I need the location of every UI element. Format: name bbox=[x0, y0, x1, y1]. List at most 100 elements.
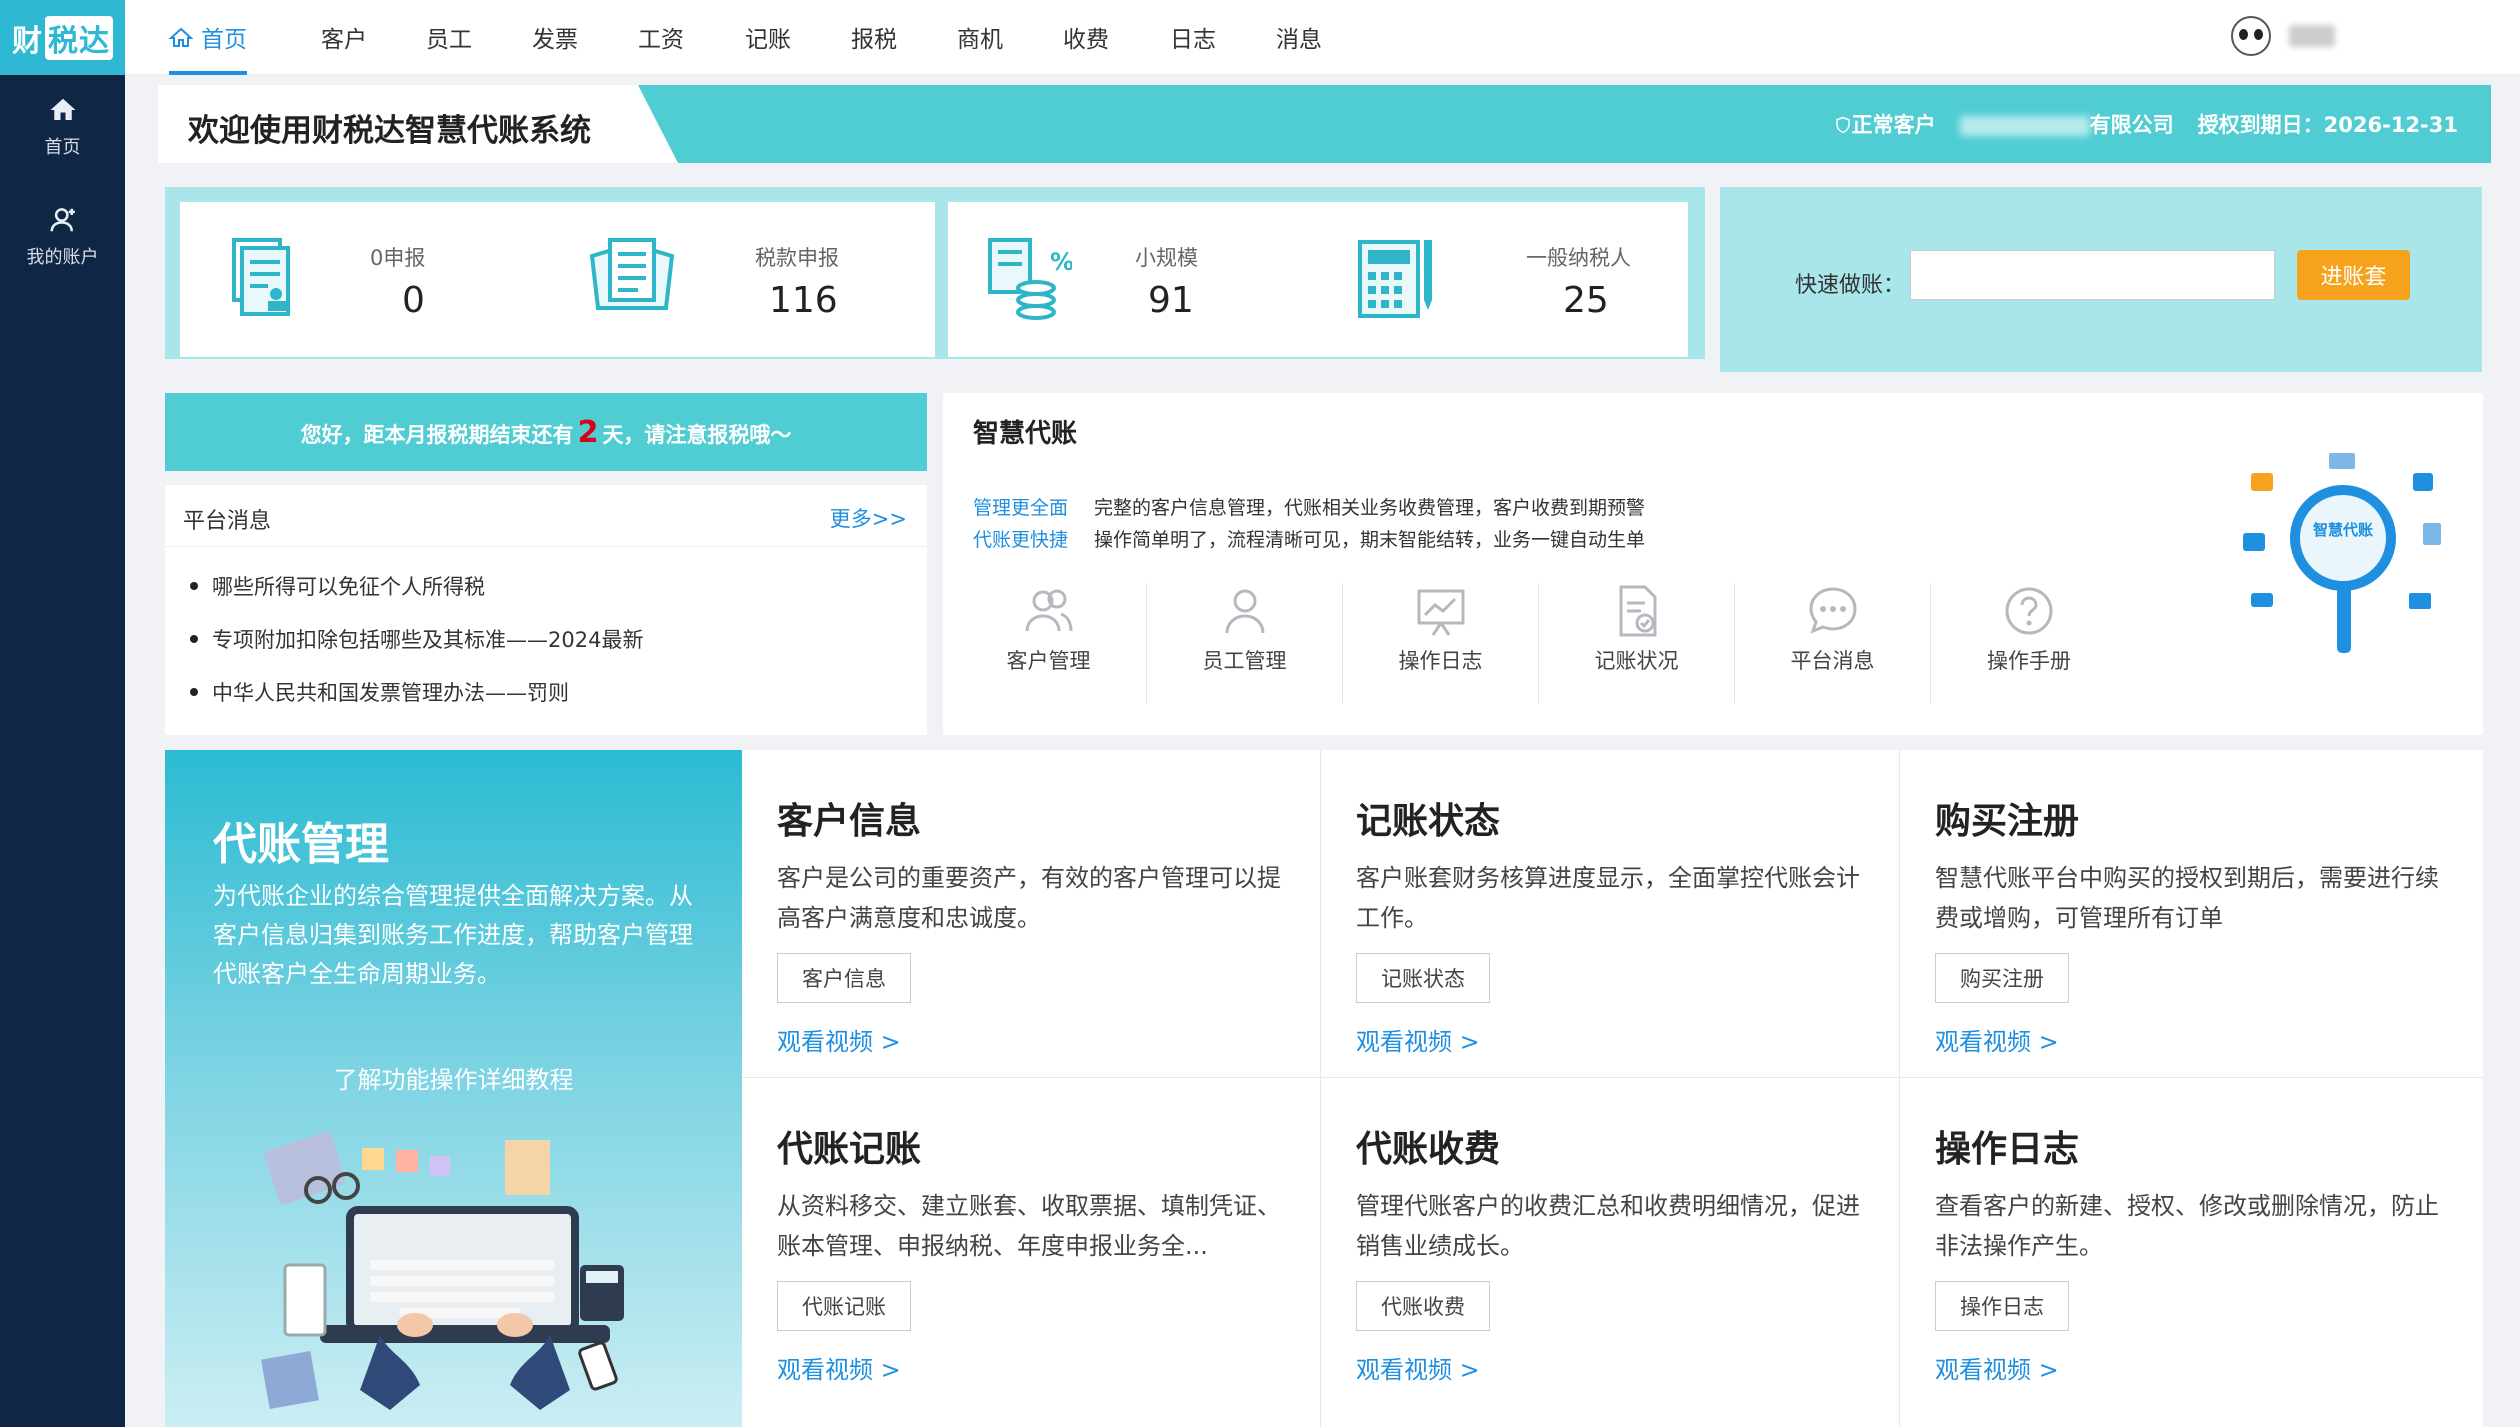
card-title: 操作日志 bbox=[1935, 1129, 2080, 1170]
document-icon bbox=[232, 238, 290, 316]
calculator-icon bbox=[1358, 240, 1432, 318]
feature-key: 管理更全面 bbox=[973, 497, 1069, 519]
news-item[interactable]: 中华人民共和国发票管理办法——罚则 bbox=[190, 677, 569, 707]
smart-accounting-title: 智慧代账 bbox=[973, 419, 1078, 449]
quick-entry-input[interactable] bbox=[1910, 250, 2275, 300]
enter-ledger-button[interactable]: 进账套 bbox=[2297, 250, 2410, 300]
user-icon bbox=[50, 208, 75, 232]
stat-label: 小规模 bbox=[1135, 246, 1198, 270]
sidebar-item-home[interactable]: 首页 bbox=[0, 95, 125, 159]
notice-prefix: 您好，距本月报税期结束还有 bbox=[300, 423, 574, 447]
feature-label: 操作日志 bbox=[1398, 649, 1483, 673]
feature-key: 代账更快捷 bbox=[973, 529, 1069, 551]
avatar[interactable] bbox=[2231, 16, 2271, 56]
card-button[interactable]: 客户信息 bbox=[777, 953, 911, 1003]
feature-user-manual[interactable]: 操作手册 bbox=[1931, 583, 2127, 703]
feature-bookkeeping-status[interactable]: 记账状况 bbox=[1539, 583, 1735, 703]
home-icon bbox=[168, 27, 194, 47]
coins-percent-icon: % bbox=[988, 238, 1072, 320]
feature-label: 客户管理 bbox=[1006, 649, 1091, 673]
feature-label: 员工管理 bbox=[1202, 649, 1287, 673]
card-description: 查看客户的新建、授权、修改或删除情况，防止非法操作产生。 bbox=[1935, 1192, 2439, 1260]
nav-item-log[interactable]: 日志 bbox=[1170, 0, 1216, 75]
stat-value: 116 bbox=[769, 280, 838, 321]
feature-operation-log[interactable]: 操作日志 bbox=[1343, 583, 1539, 703]
declaration-card: 0申报 0 税款申报 116 bbox=[180, 202, 935, 357]
welcome-banner: 欢迎使用财税达智慧代账系统 正常客户 有限公司 授权到期日：2026-12-31 bbox=[158, 85, 2491, 163]
customer-status: 正常客户 bbox=[1834, 109, 1936, 139]
promo-description: 为代账企业的综合管理提供全面解决方案。从客户信息归集到账务工作进度，帮助客户管理… bbox=[213, 882, 693, 988]
watch-video-link[interactable]: 观看视频 > bbox=[1356, 1022, 1480, 1057]
nav-item-customer[interactable]: 客户 bbox=[321, 0, 367, 75]
quick-entry-panel: 快速做账： 进账套 bbox=[1720, 187, 2482, 372]
stats-panel: 0申报 0 税款申报 116 % 小规模 91 一般纳税人 25 bbox=[165, 187, 1705, 359]
notice-days: 2 bbox=[577, 415, 599, 450]
stat-tax-declare[interactable]: 税款申报 116 bbox=[557, 202, 935, 357]
user-name-blurred bbox=[2289, 25, 2335, 47]
tutorial-link[interactable]: 了解功能操作详细教程 bbox=[165, 1060, 742, 1095]
card-button[interactable]: 代账记账 bbox=[777, 1281, 911, 1331]
feature-staff-management[interactable]: 员工管理 bbox=[1147, 583, 1343, 703]
company-name-suffix: 有限公司 bbox=[2089, 113, 2174, 137]
nav-item-messages[interactable]: 消息 bbox=[1276, 0, 1322, 75]
card-customer-info: 客户信息 客户是公司的重要资产，有效的客户管理可以提高客户满意度和忠诚度。 客户… bbox=[742, 750, 1321, 1078]
more-link[interactable]: 更多>> bbox=[830, 503, 907, 533]
home-icon bbox=[50, 98, 75, 120]
document-check-icon bbox=[1619, 585, 1656, 637]
feature-customer-management[interactable]: 客户管理 bbox=[951, 583, 1147, 703]
question-icon bbox=[2005, 587, 2053, 635]
platform-messages: 平台消息 更多>> 哪些所得可以免征个人所得税 专项附加扣除包括哪些及其标准——… bbox=[165, 485, 927, 735]
card-button[interactable]: 记账状态 bbox=[1356, 953, 1490, 1003]
watch-video-link[interactable]: 观看视频 > bbox=[777, 1022, 901, 1057]
banner-info: 正常客户 有限公司 授权到期日：2026-12-31 bbox=[1834, 109, 2458, 139]
watch-video-link[interactable]: 观看视频 > bbox=[1935, 1022, 2059, 1057]
nav-item-invoice[interactable]: 发票 bbox=[532, 0, 578, 75]
svg-text:%: % bbox=[1050, 248, 1072, 276]
card-button[interactable]: 购买注册 bbox=[1935, 953, 2069, 1003]
sidebar-item-label: 首页 bbox=[44, 137, 81, 158]
nav-item-staff[interactable]: 员工 bbox=[426, 0, 472, 75]
deadline-notice: 您好，距本月报税期结束还有 2 天，请注意报税哦～ bbox=[165, 393, 927, 471]
smart-accounting-panel: 智慧代账 管理更全面 完整的客户信息管理，代账相关业务收费管理，客户收费到期预警 … bbox=[943, 393, 2483, 735]
nav-item-fees[interactable]: 收费 bbox=[1063, 0, 1109, 75]
stat-small-scale[interactable]: % 小规模 91 bbox=[948, 202, 1318, 357]
card-purchase-register: 购买注册 智慧代账平台中购买的授权到期后，需要进行续费或增购，可管理所有订单 购… bbox=[1900, 750, 2483, 1078]
card-bookkeeping-status: 记账状态 客户账套财务核算进度显示，全面掌控代账会计工作。 记账状态 观看视频 … bbox=[1321, 750, 1900, 1078]
promo-title: 代账管理 bbox=[213, 819, 389, 870]
nav-item-bookkeeping[interactable]: 记账 bbox=[745, 0, 791, 75]
sidebar: 财税达 首页 我的账户 bbox=[0, 0, 125, 1427]
card-description: 管理代账客户的收费汇总和收费明细情况，促进销售业绩成长。 bbox=[1356, 1192, 1860, 1260]
card-button[interactable]: 代账收费 bbox=[1356, 1281, 1490, 1331]
feature-desc: 完整的客户信息管理，代账相关业务收费管理，客户收费到期预警 bbox=[1094, 497, 1646, 519]
card-button[interactable]: 操作日志 bbox=[1935, 1281, 2069, 1331]
notice-suffix: 天，请注意报税哦～ bbox=[602, 423, 792, 447]
news-item[interactable]: 哪些所得可以免征个人所得税 bbox=[190, 571, 485, 601]
newspaper-icon bbox=[589, 238, 675, 310]
users-icon bbox=[1025, 589, 1072, 632]
stat-general-taxpayer[interactable]: 一般纳税人 25 bbox=[1318, 202, 1688, 357]
nav-item-salary[interactable]: 工资 bbox=[638, 0, 684, 75]
platform-messages-header: 平台消息 更多>> bbox=[165, 485, 927, 547]
stat-value: 0 bbox=[402, 280, 425, 321]
top-nav: 首页 客户 员工 发票 工资 记账 报税 商机 收费 日志 消息 bbox=[125, 0, 2520, 75]
card-title: 代账收费 bbox=[1356, 1129, 1501, 1170]
nav-item-business[interactable]: 商机 bbox=[957, 0, 1003, 75]
stat-zero-declare[interactable]: 0申报 0 bbox=[180, 202, 557, 357]
card-operation-log: 操作日志 查看客户的新建、授权、修改或删除情况，防止非法操作产生。 操作日志 观… bbox=[1900, 1078, 2483, 1427]
chart-board-icon bbox=[1417, 589, 1464, 636]
nav-item-tax[interactable]: 报税 bbox=[851, 0, 897, 75]
card-agency-fees: 代账收费 管理代账客户的收费汇总和收费明细情况，促进销售业绩成长。 代账收费 观… bbox=[1321, 1078, 1900, 1427]
app-logo[interactable]: 财税达 bbox=[0, 0, 125, 75]
news-item[interactable]: 专项附加扣除包括哪些及其标准——2024最新 bbox=[190, 624, 643, 654]
watch-video-link[interactable]: 观看视频 > bbox=[1356, 1350, 1480, 1385]
page-title: 欢迎使用财税达智慧代账系统 bbox=[188, 113, 591, 149]
feature-platform-messages[interactable]: 平台消息 bbox=[1735, 583, 1931, 703]
laptop-illustration bbox=[261, 1132, 624, 1410]
user-menu[interactable] bbox=[2231, 16, 2335, 56]
nav-item-home[interactable]: 首页 bbox=[168, 0, 247, 75]
watch-video-link[interactable]: 观看视频 > bbox=[1935, 1350, 2059, 1385]
sidebar-item-account[interactable]: 我的账户 bbox=[0, 205, 125, 269]
user-icon bbox=[1225, 589, 1264, 634]
logo-text-left: 财 bbox=[12, 23, 43, 59]
watch-video-link[interactable]: 观看视频 > bbox=[777, 1350, 901, 1385]
